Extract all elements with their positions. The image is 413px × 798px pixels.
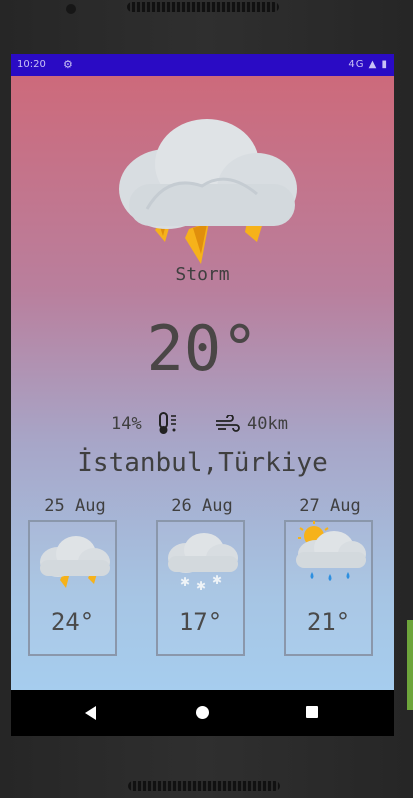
forecast-date-2: 26 Aug xyxy=(171,496,233,516)
snow-cloud-icon: ✱ ✱ ✱ xyxy=(168,533,238,593)
home-icon[interactable] xyxy=(196,706,209,719)
phone-frame: 10:20 ⚙ 4G ▲ ▮ Storm 20° 14% 40km İstanb… xyxy=(0,0,413,798)
svg-text:✱: ✱ xyxy=(212,573,222,587)
forecast-date-3: 27 Aug xyxy=(299,496,361,516)
navigation-bar xyxy=(11,690,394,736)
settings-icon: ⚙ xyxy=(63,58,73,71)
sun-rain-cloud-icon xyxy=(296,521,366,581)
forecast-temp-1: 24° xyxy=(50,608,95,636)
forecast-temp-3: 21° xyxy=(306,608,351,636)
current-temperature: 20° xyxy=(146,312,259,385)
forecast-card-2[interactable]: ✱ ✱ ✱ 17° xyxy=(156,520,245,656)
status-time: 10:20 xyxy=(17,59,46,70)
condition-label: Storm xyxy=(175,264,230,285)
wind-value: 40km xyxy=(247,414,288,434)
background-edge xyxy=(407,620,413,710)
svg-text:✱: ✱ xyxy=(196,579,206,593)
weather-content: Storm 20° 14% 40km İstanbul,Türkiye 25 A… xyxy=(11,76,394,690)
thermometer-icon xyxy=(159,412,176,434)
status-icons: 4G ▲ ▮ xyxy=(348,59,388,70)
storm-cloud-icon xyxy=(40,536,110,588)
forecast-temp-2: 17° xyxy=(178,608,223,636)
wind-icon xyxy=(216,415,240,432)
recents-icon[interactable] xyxy=(306,706,318,718)
forecast-card-1[interactable]: 24° xyxy=(28,520,117,656)
forecast-card-3[interactable]: 21° xyxy=(284,520,373,656)
svg-text:✱: ✱ xyxy=(180,575,190,589)
forecast-date-1: 25 Aug xyxy=(44,496,106,516)
humidity-value: 14% xyxy=(111,414,142,434)
storm-cloud-icon xyxy=(119,119,297,264)
back-icon[interactable] xyxy=(85,706,96,720)
status-bar: 10:20 ⚙ 4G ▲ ▮ xyxy=(11,54,394,76)
bottom-speaker xyxy=(128,781,280,791)
screen: 10:20 ⚙ 4G ▲ ▮ Storm 20° 14% 40km İstanb… xyxy=(11,54,394,736)
location-label: İstanbul,Türkiye xyxy=(77,448,328,478)
front-camera xyxy=(66,4,76,14)
top-speaker xyxy=(127,2,279,12)
